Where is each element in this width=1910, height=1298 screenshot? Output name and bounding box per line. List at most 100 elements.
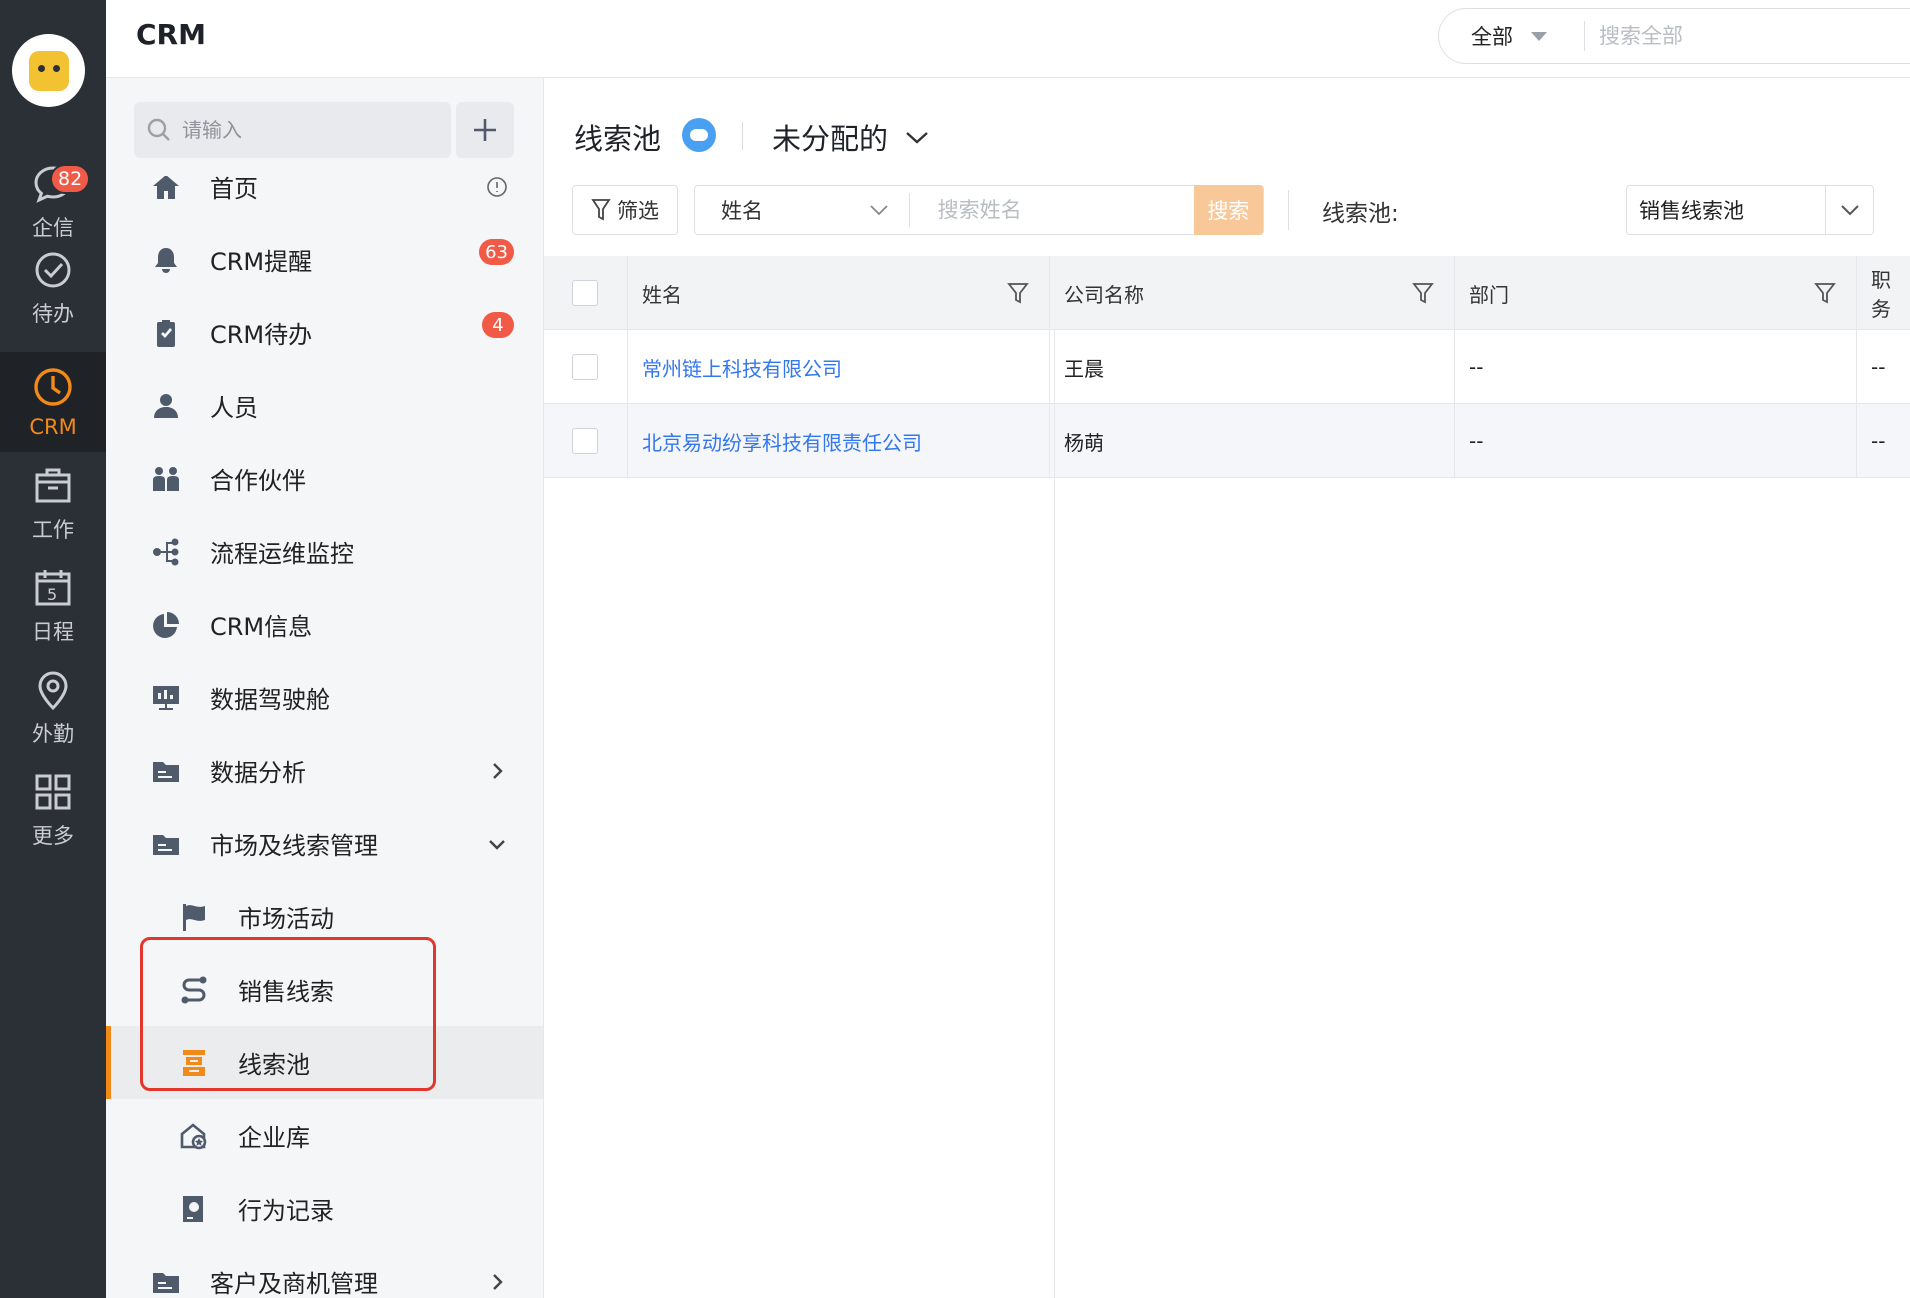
sidebar-search-input[interactable] <box>182 118 422 142</box>
top-header: CRM 全部 <box>106 0 1910 78</box>
sidebar-item-crm-info[interactable]: CRM信息 <box>106 588 543 661</box>
column-header-label: 姓名 <box>642 282 682 307</box>
lead-pool-icon <box>183 1049 205 1076</box>
crm-sidebar: 首页 CRM提醒 63 CRM待办 4 人员 合作伙伴 <box>106 78 544 1298</box>
person-icon <box>154 393 178 418</box>
sidebar-item-label: 客户及商机管理 <box>210 1270 378 1298</box>
check-circle-icon <box>35 252 71 288</box>
flow-icon <box>153 538 179 565</box>
filter-button-label: 筛选 <box>617 199 659 223</box>
row-checkbox[interactable] <box>572 354 598 380</box>
column-filter-icon[interactable] <box>1005 280 1031 306</box>
route-icon <box>181 976 207 1003</box>
lead-name-link[interactable]: 北京易动纷享科技有限责任公司 <box>642 427 922 456</box>
info-icon[interactable] <box>486 176 508 198</box>
folder-icon <box>153 834 179 855</box>
sidebar-item-crm-reminder[interactable]: CRM提醒 63 <box>106 223 543 296</box>
clock-icon <box>34 368 72 406</box>
sidebar-item-market-activity[interactable]: 市场活动 <box>106 880 543 953</box>
clipboard-check-icon <box>157 319 175 347</box>
plus-icon <box>474 119 496 141</box>
sidebar-item-sales-leads[interactable]: 销售线索 <box>106 953 543 1026</box>
rail-item-qixin[interactable]: 企信 82 <box>0 152 106 252</box>
partners-icon <box>153 466 179 491</box>
lead-name-link[interactable]: 常州链上科技有限公司 <box>642 353 842 382</box>
sidebar-item-label: 数据分析 <box>210 759 306 787</box>
divider <box>742 122 743 150</box>
sidebar-item-label: 销售线索 <box>238 978 334 1006</box>
sidebar-item-label: 首页 <box>210 176 258 203</box>
global-search: 全部 <box>1438 8 1910 64</box>
sidebar-item-partners[interactable]: 合作伙伴 <box>106 442 543 515</box>
search-icon <box>147 118 170 141</box>
search-field-dropdown[interactable]: 姓名 <box>695 195 909 225</box>
sidebar-item-market-leads[interactable]: 市场及线索管理 <box>106 807 543 880</box>
sidebar-item-company-library[interactable]: 企业库 <box>106 1099 543 1172</box>
sidebar-item-home[interactable]: 首页 <box>106 176 543 223</box>
rail-label: 工作 <box>32 518 74 542</box>
name-cell: 常州链上科技有限公司 <box>628 330 1050 404</box>
column-header-name[interactable]: 姓名 <box>628 256 1050 330</box>
add-button[interactable] <box>456 102 514 158</box>
global-search-input[interactable] <box>1585 24 1885 48</box>
count-badge: 4 <box>482 312 514 338</box>
rail-item-todo[interactable]: 待办 <box>0 238 106 338</box>
calendar-icon: 5 <box>35 570 71 606</box>
rail-item-more[interactable]: 更多 <box>0 760 106 860</box>
sidebar-item-flow-monitor[interactable]: 流程运维监控 <box>106 515 543 588</box>
row-checkbox-cell <box>544 404 628 478</box>
department-cell: -- <box>1455 404 1857 478</box>
field-search: 姓名 搜索 <box>694 185 1264 235</box>
main-content: 线索池 未分配的 筛选 姓名 搜索 线索池: 销售线索池 姓名 公司名称 <box>544 78 1910 1298</box>
user-avatar[interactable] <box>12 34 85 107</box>
count-badge: 63 <box>479 239 514 265</box>
search-button[interactable]: 搜索 <box>1193 185 1263 235</box>
app-rail: 企信 82 待办 CRM 工作 5 日程 外勤 更多 <box>0 0 106 1298</box>
svg-text:5: 5 <box>47 585 57 604</box>
frozen-column-divider <box>1054 330 1055 1298</box>
sidebar-item-data-analysis[interactable]: 数据分析 <box>106 734 543 807</box>
column-filter-icon[interactable] <box>1812 280 1838 306</box>
sidebar-item-personnel[interactable]: 人员 <box>106 369 543 442</box>
lead-pool-value: 销售线索池 <box>1639 199 1744 223</box>
sidebar-item-customer-opportunity[interactable]: 客户及商机管理 <box>106 1245 543 1298</box>
filter-button[interactable]: 筛选 <box>572 185 678 235</box>
position-cell: -- <box>1871 429 1886 453</box>
behavior-record-icon <box>183 1195 203 1222</box>
sidebar-item-label: 数据驾驶舱 <box>210 686 330 714</box>
column-header-label: 公司名称 <box>1064 282 1144 307</box>
search-scope-dropdown[interactable]: 全部 <box>1439 21 1584 51</box>
rail-item-crm[interactable]: CRM <box>0 352 106 452</box>
divider <box>1288 190 1289 230</box>
name-search-input[interactable] <box>909 198 1194 222</box>
chevron-down-icon <box>1840 205 1859 216</box>
row-checkbox[interactable] <box>572 428 598 454</box>
select-all-checkbox[interactable] <box>572 280 598 306</box>
chevron-right-icon <box>493 1274 503 1290</box>
table-header: 姓名 公司名称 部门 职务 <box>544 256 1910 330</box>
folder-icon <box>153 1272 179 1293</box>
lead-pool-select[interactable]: 销售线索池 <box>1626 185 1874 235</box>
sidebar-item-label: 行为记录 <box>238 1197 334 1225</box>
chat-icon[interactable] <box>682 118 716 152</box>
sidebar-item-data-cockpit[interactable]: 数据驾驶舱 <box>106 661 543 734</box>
rail-item-field[interactable]: 外勤 <box>0 658 106 758</box>
table-row[interactable]: 北京易动纷享科技有限责任公司 杨萌 -- -- <box>544 404 1910 478</box>
filter-funnel-icon <box>591 199 611 221</box>
sidebar-item-behavior-record[interactable]: 行为记录 <box>106 1172 543 1245</box>
column-filter-icon[interactable] <box>1410 280 1436 306</box>
view-selector-label: 未分配的 <box>772 122 889 156</box>
column-header-department[interactable]: 部门 <box>1455 256 1857 330</box>
rail-item-work[interactable]: 工作 <box>0 454 106 554</box>
column-header-company[interactable]: 公司名称 <box>1050 256 1455 330</box>
search-scope-label: 全部 <box>1471 25 1513 49</box>
department-cell: -- <box>1455 330 1857 404</box>
sidebar-item-crm-todo[interactable]: CRM待办 4 <box>106 296 543 369</box>
name-cell: 北京易动纷享科技有限责任公司 <box>628 404 1050 478</box>
sidebar-item-lead-pool[interactable]: 线索池 <box>106 1026 543 1099</box>
column-header-position[interactable]: 职务 <box>1857 256 1910 330</box>
view-selector[interactable]: 未分配的 <box>772 116 930 158</box>
chevron-down-icon <box>906 132 928 144</box>
table-row[interactable]: 常州链上科技有限公司 王晨 -- -- <box>544 330 1910 404</box>
rail-item-schedule[interactable]: 5 日程 <box>0 556 106 656</box>
